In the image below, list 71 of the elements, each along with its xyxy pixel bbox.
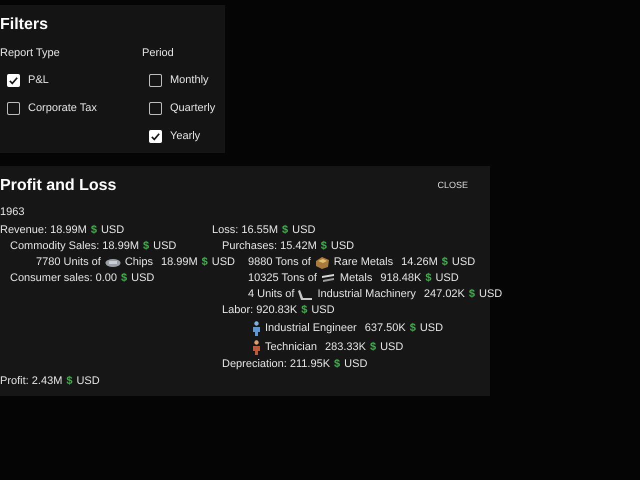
item-name: Rare Metals	[334, 255, 394, 270]
quantity-label: 9880 Tons of	[248, 255, 311, 270]
currency-sign: $	[90, 223, 97, 238]
chip-icon	[104, 258, 121, 268]
currency-sign: $	[370, 340, 376, 355]
currency-unit: USD	[330, 239, 354, 254]
checkbox[interactable]	[149, 102, 162, 115]
currency-sign: $	[334, 357, 340, 372]
quantity-label: 4 Units of	[248, 287, 294, 302]
metal-bars-icon	[320, 273, 336, 284]
currency-sign: $	[143, 239, 150, 254]
amount-label: Profit: 2.43M	[0, 374, 62, 388]
amount-value: 283.33K	[324, 340, 366, 355]
currency-sign: $	[202, 255, 208, 270]
quantity-label: 10325 Tons of	[248, 271, 317, 286]
currency-unit: USD	[479, 287, 502, 302]
close-button[interactable]: CLOSE	[437, 179, 468, 193]
currency-sign: $	[66, 374, 72, 388]
option-label: Quarterly	[170, 101, 216, 116]
report-title: Profit and Loss	[0, 176, 116, 196]
currency-unit: USD	[380, 340, 404, 355]
currency-unit: USD	[153, 239, 176, 254]
amount-value: 247.02K	[424, 287, 465, 302]
option-label: Yearly	[170, 129, 200, 144]
checkbox[interactable]	[7, 102, 20, 115]
worker-icon	[252, 340, 261, 354]
group-label: Report Type	[0, 46, 61, 61]
currency-sign: $	[320, 239, 327, 254]
currency-sign: $	[282, 223, 288, 238]
currency-sign: $	[121, 271, 128, 286]
currency-sign: $	[468, 287, 476, 302]
quantity-label: 7780 Units of	[36, 255, 101, 270]
machine-arm-icon	[298, 288, 314, 300]
currency-sign: $	[442, 255, 448, 270]
currency-unit: USD	[420, 320, 444, 336]
option-label: Monthly	[170, 73, 209, 88]
checkbox[interactable]	[149, 74, 162, 87]
option-label: Corporate Tax	[28, 101, 97, 116]
currency-sign: $	[301, 303, 308, 318]
amount-value: 918.48K	[380, 271, 422, 286]
amount-label: Loss: 16.55M	[212, 223, 278, 238]
currency-unit: USD	[131, 271, 154, 286]
panel-title: Filters	[0, 15, 50, 35]
amount-label: Purchases: 15.42M	[222, 239, 317, 254]
option-label: P&L	[28, 73, 49, 88]
amount-value: 14.26M	[401, 255, 438, 270]
currency-sign: $	[425, 271, 432, 286]
currency-unit: USD	[344, 357, 368, 372]
worker-icon	[252, 320, 261, 336]
amount-label: Labor: 920.83K	[222, 303, 298, 318]
report-year: 1963	[0, 205, 26, 220]
currency-sign: $	[410, 320, 416, 336]
currency-unit: USD	[292, 223, 316, 238]
worker-name: Technician	[265, 340, 317, 355]
item-name: Chips	[124, 255, 153, 270]
amount-value: 637.50K	[364, 320, 406, 336]
item-name: Metals	[340, 271, 372, 286]
worker-name: Industrial Engineer	[265, 320, 357, 336]
amount-label: Depreciation: 211.95K	[222, 357, 330, 372]
item-name: Industrial Machinery	[317, 287, 416, 302]
amount-label: Revenue: 18.99M	[0, 223, 87, 238]
currency-unit: USD	[435, 271, 459, 286]
group-label: Period	[142, 46, 175, 61]
currency-unit: USD	[452, 255, 476, 270]
currency-unit: USD	[76, 374, 100, 388]
currency-unit: USD	[311, 303, 335, 318]
currency-unit: USD	[100, 223, 124, 238]
amount-label: Consumer sales: 0.00	[10, 271, 117, 286]
currency-unit: USD	[212, 255, 236, 270]
amount-value: 18.99M	[160, 255, 198, 270]
amount-label: Commodity Sales: 18.99M	[10, 239, 139, 254]
